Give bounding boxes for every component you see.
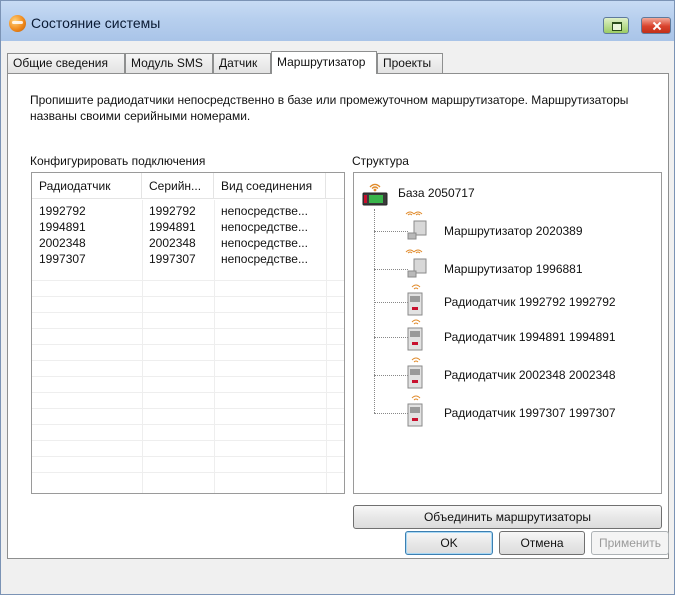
dialog-body: Общие сведения Модуль SMS Датчик Маршрут… [1, 41, 674, 594]
cell-serial: 1994891 [149, 220, 196, 234]
cell-connection-type: непосредстве... [221, 204, 308, 218]
tree-line [374, 209, 375, 413]
structure-label: Структура [352, 154, 409, 168]
cell-radio-sensor: 1992792 [39, 204, 86, 218]
tree-item-router[interactable]: Маршрутизатор 1996881 [444, 262, 583, 276]
cell-connection-type: непосредстве... [221, 220, 308, 234]
tab-general[interactable]: Общие сведения [7, 53, 125, 73]
radio-sensor-icon [407, 395, 423, 427]
tree-item-radio-sensor[interactable]: Радиодатчик 1994891 1994891 [444, 330, 616, 344]
title-bar[interactable]: Состояние системы [1, 1, 674, 41]
table-row[interactable]: 1992792 1992792 непосредстве... [32, 203, 344, 219]
tree-root-base[interactable]: База 2050717 [398, 186, 475, 200]
tree-item-radio-sensor[interactable]: Радиодатчик 1997307 1997307 [444, 406, 616, 420]
apply-button[interactable]: Применить [591, 531, 669, 555]
cancel-button[interactable]: Отмена [499, 531, 585, 555]
column-header-radio-sensor[interactable]: Радиодатчик [32, 173, 142, 199]
tab-sms-module[interactable]: Модуль SMS [125, 53, 213, 73]
cell-serial: 2002348 [149, 236, 196, 250]
merge-routers-button[interactable]: Объединить маршрутизаторы [353, 505, 662, 529]
cell-connection-type: непосредстве... [221, 236, 308, 250]
tab-projects[interactable]: Проекты [377, 53, 443, 73]
column-header-connection-type[interactable]: Вид соединения [214, 173, 326, 199]
tab-sensor[interactable]: Датчик [213, 53, 271, 73]
table-row[interactable]: 1997307 1997307 непосредстве... [32, 251, 344, 267]
cell-serial: 1997307 [149, 252, 196, 266]
app-icon [9, 15, 26, 32]
ok-button[interactable]: OK [405, 531, 493, 555]
radio-sensor-icon [407, 319, 423, 351]
radio-sensor-icon [407, 357, 423, 389]
list-header: Радиодатчик Серийн... Вид соединения [32, 173, 344, 199]
base-station-icon [362, 183, 388, 206]
tab-router[interactable]: Маршрутизатор [271, 51, 377, 74]
cell-radio-sensor: 1994891 [39, 220, 86, 234]
table-row[interactable]: 1994891 1994891 непосредстве... [32, 219, 344, 235]
window-title: Состояние системы [31, 15, 161, 31]
tree-item-radio-sensor[interactable]: Радиодатчик 1992792 1992792 [444, 295, 616, 309]
cell-connection-type: непосредстве... [221, 252, 308, 266]
instructions-text: Пропишите радиодатчики непосредственно в… [30, 93, 629, 123]
restore-button[interactable] [603, 17, 629, 34]
tree-item-radio-sensor[interactable]: Радиодатчик 2002348 2002348 [444, 368, 616, 382]
connections-label: Конфигурировать подключения [30, 154, 206, 168]
router-icon [405, 211, 427, 240]
system-status-window: Состояние системы Общие сведения Модуль … [0, 0, 675, 595]
structure-tree[interactable]: База 2050717 Маршрутизатор 2020389 Маршр… [353, 172, 662, 494]
router-tab-panel: Пропишите радиодатчики непосредственно в… [7, 73, 669, 559]
table-row[interactable]: 2002348 2002348 непосредстве... [32, 235, 344, 251]
cell-serial: 1992792 [149, 204, 196, 218]
connections-list[interactable]: Радиодатчик Серийн... Вид соединения 199… [31, 172, 345, 494]
router-icon [405, 249, 427, 278]
tree-item-router[interactable]: Маршрутизатор 2020389 [444, 224, 583, 238]
column-header-serial[interactable]: Серийн... [142, 173, 214, 199]
cell-radio-sensor: 2002348 [39, 236, 86, 250]
radio-sensor-icon [407, 284, 423, 316]
close-button[interactable] [641, 17, 671, 34]
cell-radio-sensor: 1997307 [39, 252, 86, 266]
